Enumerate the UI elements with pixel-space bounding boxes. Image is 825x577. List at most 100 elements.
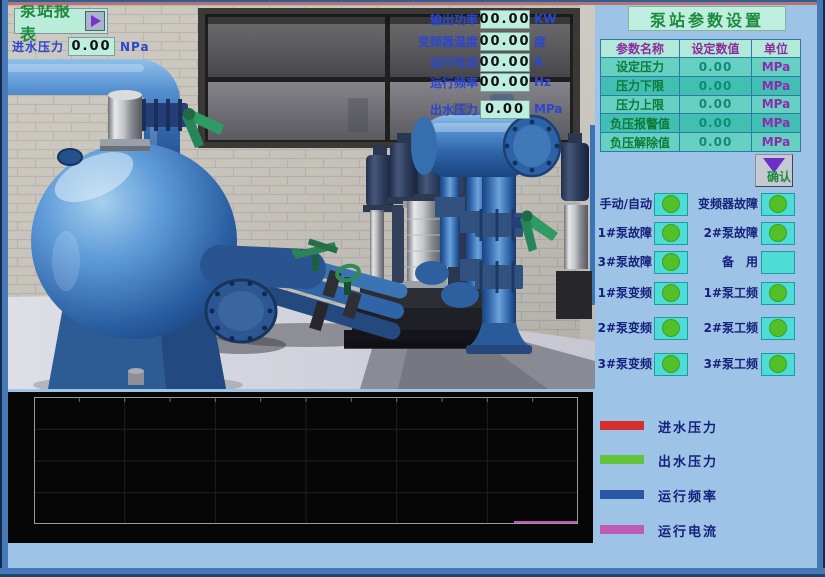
col-header-unit: 单位 (751, 40, 800, 57)
outlet-pressure-readout: 出水压力 0.00 MPa (402, 99, 594, 119)
run-current-unit: A (534, 55, 543, 69)
output-power-label: 输出功率 (402, 11, 478, 28)
pump-station-3d-scene: 泵站报表 进水压力 0.00 NPa 输出功率 00.00 KW 变频器温度 0… (8, 5, 595, 389)
legend-item: 出水压力 (600, 451, 818, 467)
led-dot (769, 224, 787, 242)
chart-top-ticks (79, 398, 532, 403)
led-indicator (654, 222, 688, 245)
inlet-pressure-value: 0.00 (68, 37, 115, 56)
param-unit: MPa (751, 96, 800, 114)
run-frequency-unit: Hz (534, 75, 551, 89)
output-power-value: 00.00 (480, 10, 530, 29)
table-row: 负压解除值 0.00 MPa (601, 132, 800, 151)
param-name: 压力下限 (601, 77, 679, 95)
inverter-temp-value: 00.00 (480, 32, 530, 51)
status-row: 2#泵变频 2#泵工频 (595, 317, 818, 340)
parameter-panel: 泵站参数设置 参数名称 设定数值 单位 设定压力 0.00 MPa 压力下限 0… (595, 5, 818, 569)
window-accent-strip (6, 2, 819, 5)
legend-swatch-run-current (600, 525, 644, 534)
confirm-button[interactable]: 确认 (755, 154, 793, 187)
run-frequency-label: 运行频率 (402, 74, 478, 91)
run-frequency-value: 00.00 (480, 73, 530, 92)
led-indicator (654, 353, 688, 376)
run-current-label: 运行电流 (402, 54, 478, 71)
status-label: 手动/自动 (595, 193, 652, 216)
led-dot (662, 284, 680, 302)
status-row: 3#泵变频 3#泵工频 (595, 353, 818, 376)
outlet-pressure-value: 0.00 (480, 100, 530, 119)
table-row: 负压报警值 0.00 MPa (601, 113, 800, 132)
param-value[interactable]: 0.00 (679, 114, 751, 132)
col-header-name: 参数名称 (601, 40, 679, 57)
confirm-button-label: 确认 (767, 168, 791, 185)
led-dot (662, 319, 680, 337)
report-button[interactable]: 泵站报表 (14, 8, 108, 34)
window-right-border (817, 0, 825, 577)
status-row: 1#泵故障 2#泵故障 (595, 222, 818, 245)
status-label: 3#泵故障 (595, 251, 652, 274)
led-indicator (761, 317, 795, 340)
inlet-pressure-readout: 进水压力 0.00 NPa (12, 37, 150, 56)
inverter-temp-label: 变频器温度 (402, 33, 478, 50)
legend-item: 运行电流 (600, 521, 818, 537)
led-indicator (761, 353, 795, 376)
status-label: 2#泵工频 (690, 317, 758, 340)
outlet-pressure-unit: MPa (534, 102, 563, 116)
param-name: 负压解除值 (601, 133, 679, 151)
trend-chart (8, 392, 593, 543)
led-indicator (654, 317, 688, 340)
status-label: 1#泵变频 (595, 282, 652, 305)
legend-swatch-outlet-pressure (600, 455, 644, 464)
table-row: 压力下限 0.00 MPa (601, 76, 800, 95)
legend-label: 运行电流 (658, 521, 718, 540)
trend-chart-plot (8, 392, 593, 543)
output-power-unit: KW (534, 12, 557, 26)
param-value[interactable]: 0.00 (679, 58, 751, 76)
param-name: 压力上限 (601, 96, 679, 114)
status-label: 3#泵变频 (595, 353, 652, 376)
col-header-value: 设定数值 (679, 40, 751, 57)
legend-label: 出水压力 (658, 451, 718, 470)
table-row: 压力上限 0.00 MPa (601, 95, 800, 114)
status-row: 1#泵变频 1#泵工频 (595, 282, 818, 305)
pump-station-hmi: 泵站报表 进水压力 0.00 NPa 输出功率 00.00 KW 变频器温度 0… (0, 0, 825, 577)
param-name: 设定压力 (601, 58, 679, 76)
param-unit: MPa (751, 133, 800, 151)
table-header-row: 参数名称 设定数值 单位 (601, 40, 800, 57)
param-value[interactable]: 0.00 (679, 133, 751, 151)
status-row: 3#泵故障 备 用 (595, 251, 818, 274)
legend-item: 进水压力 (600, 417, 818, 433)
status-row: 手动/自动 变频器故障 (595, 193, 818, 216)
parameter-table: 参数名称 设定数值 单位 设定压力 0.00 MPa 压力下限 0.00 MPa… (600, 39, 801, 152)
inlet-pressure-label: 进水压力 (12, 38, 64, 55)
led-dot (769, 319, 787, 337)
window-left-border (0, 0, 8, 577)
led-dot (662, 195, 680, 213)
play-icon (85, 11, 105, 31)
led-indicator (761, 193, 795, 216)
led-dot (662, 224, 680, 242)
inverter-temp-readout: 变频器温度 00.00 度 (402, 31, 594, 51)
led-indicator (654, 282, 688, 305)
led-indicator (761, 282, 795, 305)
led-dot (769, 284, 787, 302)
led-dot (662, 355, 680, 373)
run-current-readout: 运行电流 00.00 A (402, 52, 594, 72)
param-unit: MPa (751, 58, 800, 76)
led-dot (769, 195, 787, 213)
inlet-pressure-unit: NPa (120, 40, 150, 54)
run-current-value: 00.00 (480, 53, 530, 72)
param-value[interactable]: 0.00 (679, 77, 751, 95)
led-indicator (654, 193, 688, 216)
led-indicator (761, 222, 795, 245)
param-name: 负压报警值 (601, 114, 679, 132)
status-label: 2#泵故障 (690, 222, 758, 245)
led-indicator (761, 251, 795, 274)
legend-swatch-run-frequency (600, 490, 644, 499)
panel-title: 泵站参数设置 (628, 6, 786, 31)
outlet-pressure-label: 出水压力 (402, 101, 478, 118)
status-label: 1#泵工频 (690, 282, 758, 305)
legend-label: 运行频率 (658, 486, 718, 505)
status-label: 2#泵变频 (595, 317, 652, 340)
param-value[interactable]: 0.00 (679, 96, 751, 114)
